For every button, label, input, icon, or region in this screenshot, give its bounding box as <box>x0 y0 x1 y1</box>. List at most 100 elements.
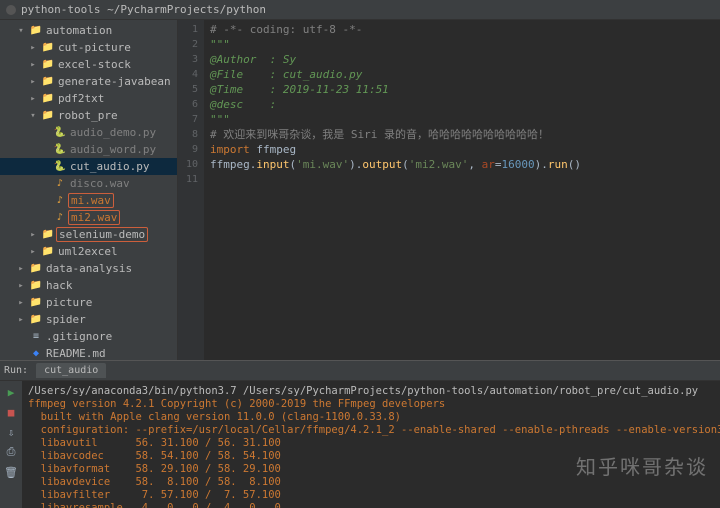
tree-item-label: spider <box>46 313 86 326</box>
run-toolbar: ▶ ■ ⇩ ⎙ 🗑 <box>0 381 22 508</box>
line-gutter: 1234567891011 <box>178 20 204 360</box>
console-line: built with Apple clang version 11.0.0 (c… <box>28 411 714 424</box>
d-icon: 📁 <box>29 24 43 38</box>
tree-item[interactable]: ♪disco.wav <box>0 175 177 192</box>
code-line[interactable]: """ <box>210 37 714 52</box>
tree-item[interactable]: ▸📁generate-javabean <box>0 73 177 90</box>
tree-item-label: picture <box>46 296 92 309</box>
code-line[interactable]: # 欢迎来到咪哥杂谈，我是 Siri 录的音，哈哈哈哈哈哈哈哈哈哈！ <box>210 127 714 142</box>
md-icon: ◆ <box>29 347 43 361</box>
tree-item-label: .gitignore <box>46 330 112 343</box>
console-line: /Users/sy/anaconda3/bin/python3.7 /Users… <box>28 385 714 398</box>
chevron-right-icon: ▸ <box>28 60 38 70</box>
d-icon: 📁 <box>29 262 43 276</box>
tree-item[interactable]: ▾📁automation <box>0 22 177 39</box>
code-line[interactable]: @desc : <box>210 97 714 112</box>
tree-item-label: hack <box>46 279 73 292</box>
chevron-right-icon: ▸ <box>28 77 38 87</box>
d-icon: 📁 <box>41 245 55 259</box>
console-line: libavfilter 7. 57.100 / 7. 57.100 <box>28 489 714 502</box>
py-icon: 🐍 <box>53 143 67 157</box>
tree-item-label: automation <box>46 24 112 37</box>
tree-item-label: uml2excel <box>58 245 118 258</box>
stop-icon[interactable]: ■ <box>4 405 18 419</box>
tree-item[interactable]: ◆README.md <box>0 345 177 360</box>
project-tree[interactable]: ▾📁automation▸📁cut-picture▸📁excel-stock▸📁… <box>0 20 178 360</box>
tree-item[interactable]: ♪mi2.wav <box>0 209 177 226</box>
down-icon[interactable]: ⇩ <box>4 425 18 439</box>
chevron-right-icon: ▸ <box>28 230 38 240</box>
chevron-right-icon: ▸ <box>28 43 38 53</box>
chevron-right-icon: ▸ <box>16 315 26 325</box>
chevron-right-icon: ▸ <box>28 247 38 257</box>
run-tab[interactable]: cut_audio <box>36 363 106 378</box>
print-icon[interactable]: ⎙ <box>4 445 18 459</box>
chevron-right-icon: ▸ <box>16 298 26 308</box>
tree-item-label: audio_word.py <box>70 143 156 156</box>
tree-item[interactable]: ▸📁hack <box>0 277 177 294</box>
chevron-right-icon: ▸ <box>16 264 26 274</box>
d-icon: 📁 <box>41 58 55 72</box>
tree-item[interactable]: 🐍audio_demo.py <box>0 124 177 141</box>
tree-item-label: README.md <box>46 347 106 360</box>
console-line: libavresample 4. 0. 0 / 4. 0. 0 <box>28 502 714 508</box>
tree-item-label: robot_pre <box>58 109 118 122</box>
tree-item-label: mi.wav <box>71 194 111 207</box>
tree-item-label: selenium-demo <box>59 228 145 241</box>
code-area[interactable]: # -*- coding: utf-8 -*-"""@Author : Sy@F… <box>204 20 720 360</box>
code-line[interactable]: ffmpeg.input('mi.wav').output('mi2.wav',… <box>210 157 714 172</box>
console-line: libavcodec 58. 54.100 / 58. 54.100 <box>28 450 714 463</box>
tree-item[interactable]: ▸📁pdf2txt <box>0 90 177 107</box>
tree-item[interactable]: ♪mi.wav <box>0 192 177 209</box>
tree-item-label: disco.wav <box>70 177 130 190</box>
d-icon: 📁 <box>41 228 55 242</box>
tree-item[interactable]: ▸📁data-analysis <box>0 260 177 277</box>
py-icon: 🐍 <box>53 160 67 174</box>
code-line[interactable]: @File : cut_audio.py <box>210 67 714 82</box>
window-dot <box>6 5 16 15</box>
console-line: libavdevice 58. 8.100 / 58. 8.100 <box>28 476 714 489</box>
console-line: ffmpeg version 4.2.1 Copyright (c) 2000-… <box>28 398 714 411</box>
tree-item[interactable]: ▸📁excel-stock <box>0 56 177 73</box>
tree-item[interactable]: ▸📁picture <box>0 294 177 311</box>
run-label: Run: <box>4 365 28 376</box>
console-output[interactable]: /Users/sy/anaconda3/bin/python3.7 /Users… <box>22 381 720 508</box>
trash-icon[interactable]: 🗑 <box>4 465 18 479</box>
d-icon: 📁 <box>41 109 55 123</box>
code-line[interactable]: @Time : 2019-11-23 11:51 <box>210 82 714 97</box>
code-line[interactable]: @Author : Sy <box>210 52 714 67</box>
tree-item[interactable]: ≡.gitignore <box>0 328 177 345</box>
tree-item[interactable]: 🐍audio_word.py <box>0 141 177 158</box>
d-icon: 📁 <box>29 279 43 293</box>
tree-item-label: generate-javabean <box>58 75 171 88</box>
code-line[interactable] <box>210 172 714 187</box>
tree-item[interactable]: ▸📁uml2excel <box>0 243 177 260</box>
wav-icon: ♪ <box>53 211 67 225</box>
py-icon: 🐍 <box>53 126 67 140</box>
code-line[interactable]: # -*- coding: utf-8 -*- <box>210 22 714 37</box>
code-editor[interactable]: 1234567891011 # -*- coding: utf-8 -*-"""… <box>178 20 720 360</box>
chevron-down-icon: ▾ <box>16 26 26 36</box>
code-line[interactable]: import ffmpeg <box>210 142 714 157</box>
tree-item-label: cut_audio.py <box>70 160 149 173</box>
console-line: libavutil 56. 31.100 / 56. 31.100 <box>28 437 714 450</box>
chevron-right-icon: ▸ <box>28 94 38 104</box>
d-icon: 📁 <box>41 75 55 89</box>
d-icon: 📁 <box>29 296 43 310</box>
tree-item[interactable]: ▸📁 selenium-demo <box>0 226 177 243</box>
tree-item-label: audio_demo.py <box>70 126 156 139</box>
d-icon: 📁 <box>41 92 55 106</box>
chevron-right-icon: ▸ <box>16 281 26 291</box>
titlebar: python-tools ~/PycharmProjects/python <box>0 0 720 20</box>
wav-icon: ♪ <box>53 177 67 191</box>
tree-item-label: cut-picture <box>58 41 131 54</box>
tree-item-label: pdf2txt <box>58 92 104 105</box>
code-line[interactable]: """ <box>210 112 714 127</box>
tree-item[interactable]: ▸📁spider <box>0 311 177 328</box>
tree-item[interactable]: ▸📁cut-picture <box>0 39 177 56</box>
tree-item[interactable]: 🐍cut_audio.py <box>0 158 177 175</box>
rerun-icon[interactable]: ▶ <box>4 385 18 399</box>
tree-item[interactable]: ▾📁robot_pre <box>0 107 177 124</box>
run-panel: Run: cut_audio ▶ ■ ⇩ ⎙ 🗑 /Users/sy/anaco… <box>0 360 720 508</box>
txt-icon: ≡ <box>29 330 43 344</box>
